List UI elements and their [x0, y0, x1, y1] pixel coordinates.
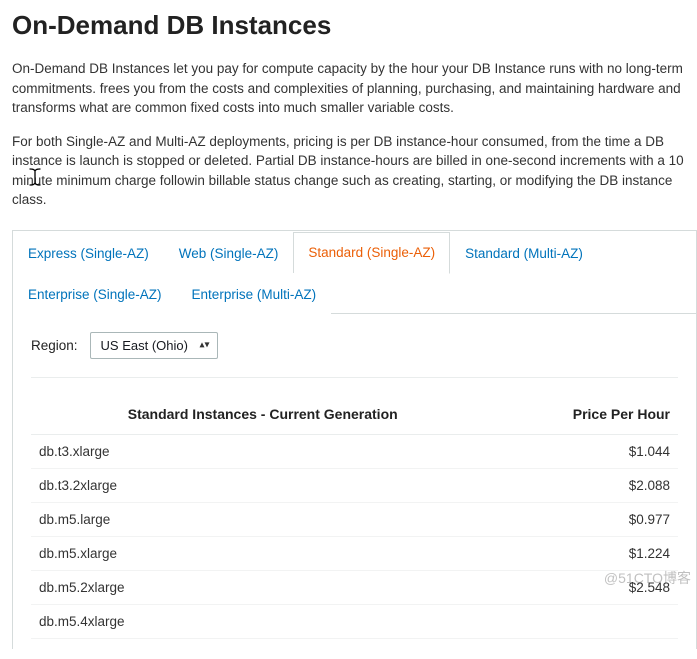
table-row: db.m5.2xlarge$2.548 [31, 570, 678, 604]
intro-paragraph-1: On-Demand DB Instances let you pay for c… [12, 59, 697, 118]
table-row: db.m5.xlarge$1.224 [31, 536, 678, 570]
instance-price: $1.044 [494, 434, 678, 468]
col-header-price: Price Per Hour [494, 396, 678, 435]
tab-standard-single-az[interactable]: Standard (Single-AZ) [293, 232, 450, 274]
table-row: db.t3.2xlarge$2.088 [31, 468, 678, 502]
region-select[interactable]: US East (Ohio) [90, 332, 218, 359]
col-header-instance: Standard Instances - Current Generation [31, 396, 494, 435]
tab-standard-multi-az[interactable]: Standard (Multi-AZ) [450, 232, 598, 273]
intro-paragraph-2: For both Single-AZ and Multi-AZ deployme… [12, 132, 697, 210]
instance-price: $0.977 [494, 502, 678, 536]
instance-name: db.m5.large [31, 502, 494, 536]
tab-enterprise-multi-az[interactable]: Enterprise (Multi-AZ) [177, 273, 332, 314]
instance-name: db.t3.xlarge [31, 434, 494, 468]
table-header-row: Standard Instances - Current Generation … [31, 396, 678, 435]
tab-web-single-az[interactable]: Web (Single-AZ) [164, 232, 294, 273]
pricing-table: Standard Instances - Current Generation … [31, 396, 678, 639]
tab-list: Express (Single-AZ)Web (Single-AZ)Standa… [13, 231, 696, 314]
table-row: db.t3.xlarge$1.044 [31, 434, 678, 468]
instance-price: $1.224 [494, 536, 678, 570]
tab-content-standard-single-az: Region: US East (Ohio) ▴▾ Standard Insta… [13, 314, 696, 649]
table-row: db.m5.4xlarge [31, 604, 678, 638]
instance-name: db.m5.2xlarge [31, 570, 494, 604]
pricing-tabs-container: Express (Single-AZ)Web (Single-AZ)Standa… [12, 230, 697, 649]
instance-name: db.t3.2xlarge [31, 468, 494, 502]
instance-name: db.m5.4xlarge [31, 604, 494, 638]
region-select-wrap: US East (Ohio) ▴▾ [90, 332, 218, 359]
tab-express-single-az[interactable]: Express (Single-AZ) [13, 232, 164, 273]
tab-enterprise-single-az[interactable]: Enterprise (Single-AZ) [13, 273, 177, 314]
region-label: Region: [31, 338, 78, 353]
instance-price: $2.088 [494, 468, 678, 502]
page-title: On-Demand DB Instances [12, 10, 697, 41]
instance-price: $2.548 [494, 570, 678, 604]
instance-price [494, 604, 678, 638]
table-row: db.m5.large$0.977 [31, 502, 678, 536]
region-selector-row: Region: US East (Ohio) ▴▾ [31, 332, 678, 378]
instance-name: db.m5.xlarge [31, 536, 494, 570]
